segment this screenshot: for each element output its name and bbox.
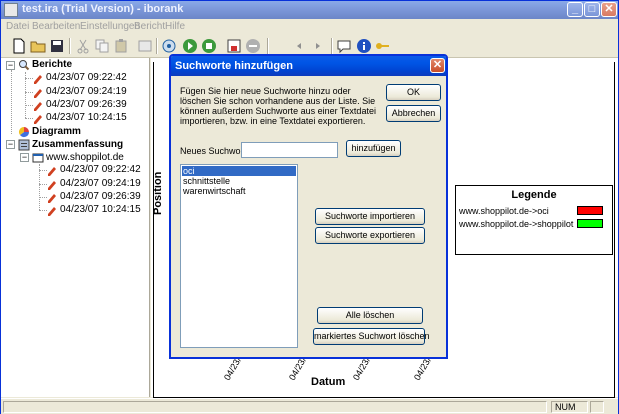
pencil-icon bbox=[34, 102, 42, 111]
legend-swatch bbox=[577, 206, 603, 215]
window-title: test.ira (Trial Version) - iborank bbox=[22, 3, 184, 15]
expand-zusammenfassung-toggle[interactable]: − bbox=[6, 140, 15, 149]
menu-datei[interactable]: Datei bbox=[6, 21, 29, 32]
new-keyword-label: Neues Suchwort: bbox=[180, 146, 249, 156]
ok-button[interactable]: OK bbox=[386, 84, 441, 101]
new-file-icon[interactable] bbox=[11, 38, 27, 54]
pencil-icon bbox=[34, 75, 42, 84]
status-num: NUM bbox=[551, 401, 588, 413]
dialog-close-button[interactable]: ✕ bbox=[430, 58, 445, 73]
arrow-left-icon[interactable] bbox=[291, 38, 307, 54]
status-panel-main bbox=[3, 401, 547, 413]
paste-icon[interactable] bbox=[113, 38, 129, 54]
arrow-right-icon[interactable] bbox=[310, 38, 326, 54]
add-keywords-dialog: Suchworte hinzufügen ✕ Fügen Sie hier ne… bbox=[169, 54, 448, 359]
menu-einstellungen[interactable]: Einstellungen bbox=[80, 21, 140, 32]
dialog-title: Suchworte hinzufügen bbox=[175, 60, 293, 72]
legend-item-label: www.shoppilot.de->oci bbox=[459, 206, 549, 216]
toolbar-separator bbox=[156, 38, 158, 54]
menu-hilfe[interactable]: Hilfe bbox=[165, 21, 185, 32]
print-preview-icon[interactable] bbox=[137, 38, 153, 54]
tree-label: 04/23/07 09:22:42 bbox=[46, 72, 127, 83]
report-icon[interactable] bbox=[226, 38, 242, 54]
keyword-list[interactable]: oci schnittstelle warenwirtschaft bbox=[180, 164, 298, 348]
tree-label: 04/23/07 09:24:19 bbox=[46, 86, 127, 97]
pencil-icon bbox=[48, 167, 56, 176]
target-icon[interactable] bbox=[161, 38, 177, 54]
tree-label: Berichte bbox=[32, 59, 73, 70]
close-button[interactable]: ✕ bbox=[601, 2, 617, 17]
summary-icon bbox=[18, 139, 30, 151]
menu-bericht[interactable]: Bericht bbox=[134, 21, 165, 32]
cancel-button[interactable]: Abbrechen bbox=[386, 105, 441, 122]
delete-all-button[interactable]: Alle löschen bbox=[317, 307, 423, 324]
minimize-button[interactable]: _ bbox=[567, 2, 583, 17]
chart-icon bbox=[19, 127, 29, 137]
dialog-title-bar[interactable]: Suchworte hinzufügen ✕ bbox=[171, 56, 446, 76]
open-folder-icon[interactable] bbox=[30, 38, 46, 54]
stop-icon[interactable] bbox=[245, 38, 261, 54]
tree-label: 04/23/07 09:26:39 bbox=[60, 191, 141, 202]
legend-title: Legende bbox=[511, 189, 557, 201]
dialog-description: Fügen Sie hier neue Suchworte hinzu oder… bbox=[180, 86, 376, 126]
expand-berichte-toggle[interactable]: − bbox=[6, 61, 15, 70]
tree-label: 04/23/07 10:24:15 bbox=[46, 112, 127, 123]
maximize-button[interactable]: □ bbox=[584, 2, 600, 17]
keyword-list-item[interactable]: schnittstelle bbox=[182, 176, 296, 186]
key-icon[interactable] bbox=[374, 38, 390, 54]
app-window: test.ira (Trial Version) - iborank _ □ ✕… bbox=[0, 0, 619, 414]
toolbar-separator bbox=[331, 38, 333, 54]
tree-label: 04/23/07 09:26:39 bbox=[46, 99, 127, 110]
toolbar-separator bbox=[69, 38, 71, 54]
tree-label: 04/23/07 10:24:15 bbox=[60, 204, 141, 215]
cut-icon[interactable] bbox=[75, 38, 91, 54]
title-bar[interactable]: test.ira (Trial Version) - iborank _ □ ✕ bbox=[1, 1, 618, 19]
website-icon bbox=[32, 153, 44, 163]
tree-label: 04/23/07 09:24:19 bbox=[60, 178, 141, 189]
add-keyword-button[interactable]: hinzufügen bbox=[346, 140, 401, 157]
import-keywords-button[interactable]: Suchworte importieren bbox=[315, 208, 425, 225]
export-keywords-button[interactable]: Suchworte exportieren bbox=[315, 227, 425, 244]
x-axis-label: Datum bbox=[311, 376, 346, 388]
keyword-list-item[interactable]: oci bbox=[182, 166, 296, 176]
legend-item-label: www.shoppilot.de->shoppilot bbox=[459, 219, 574, 229]
app-icon bbox=[4, 3, 18, 17]
tree-label: 04/23/07 09:22:42 bbox=[60, 164, 141, 175]
chart-legend: Legende www.shoppilot.de->oci www.shoppi… bbox=[455, 185, 613, 255]
tree-label: Zusammenfassung bbox=[32, 139, 124, 150]
delete-selected-button[interactable]: markiertes Suchwort löschen bbox=[313, 328, 430, 345]
toolbar-separator bbox=[267, 38, 269, 54]
info-icon[interactable] bbox=[356, 38, 372, 54]
tree-label: Diagramm bbox=[32, 126, 81, 137]
save-icon[interactable] bbox=[49, 38, 65, 54]
comment-icon[interactable] bbox=[336, 38, 352, 54]
legend-swatch bbox=[577, 219, 603, 228]
refresh-green-icon[interactable] bbox=[201, 38, 217, 54]
report-tree[interactable]: − Berichte 04/23/07 09:22:42 04/23/07 09… bbox=[1, 58, 150, 397]
pencil-icon bbox=[48, 194, 56, 203]
pencil-icon bbox=[34, 115, 42, 124]
pencil-icon bbox=[48, 181, 56, 190]
new-keyword-input[interactable] bbox=[241, 142, 338, 158]
menu-bar: Datei Bearbeiten Einstellungen Bericht H… bbox=[1, 19, 618, 34]
tree-label: www.shoppilot.de bbox=[46, 152, 124, 163]
status-bar: NUM bbox=[1, 398, 618, 414]
pencil-icon bbox=[34, 89, 42, 98]
tree-line bbox=[11, 70, 12, 134]
y-axis-label: Position bbox=[152, 171, 164, 215]
menu-bearbeiten[interactable]: Bearbeiten bbox=[32, 21, 80, 32]
keyword-list-item[interactable]: warenwirtschaft bbox=[182, 186, 296, 196]
magnifier-icon bbox=[19, 60, 30, 71]
pencil-icon bbox=[48, 207, 56, 216]
copy-icon[interactable] bbox=[94, 38, 110, 54]
forward-green-icon[interactable] bbox=[182, 38, 198, 54]
expand-site-toggle[interactable]: − bbox=[20, 153, 29, 162]
status-panel-empty bbox=[590, 401, 604, 413]
